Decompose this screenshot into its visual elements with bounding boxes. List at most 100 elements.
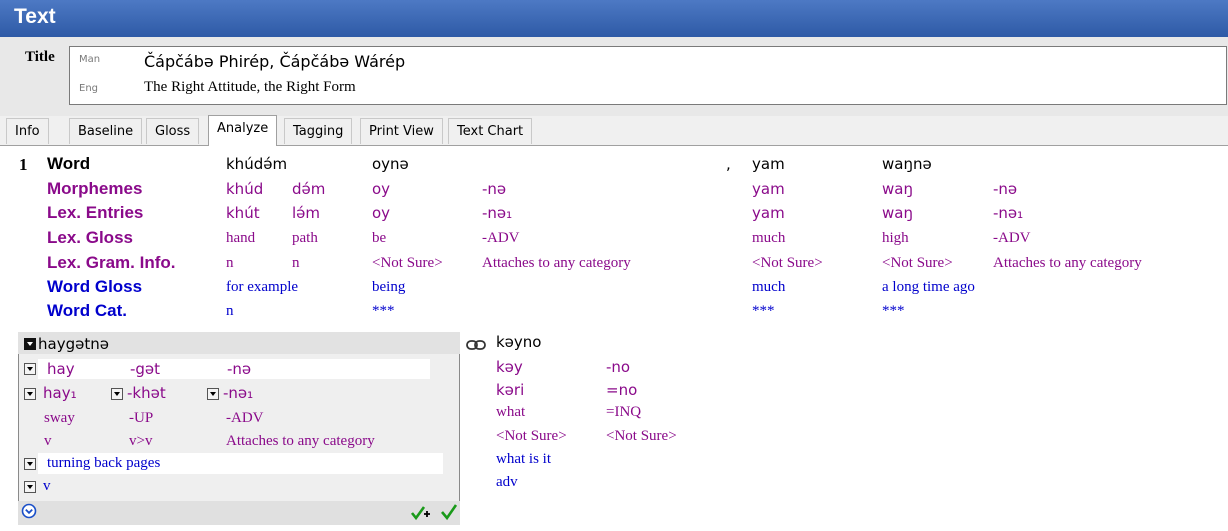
word-gloss: for example xyxy=(226,279,299,295)
morpheme: oy xyxy=(372,180,391,198)
bundle-word[interactable]: khúdə́m xyxy=(226,155,287,173)
dropdown-icon[interactable] xyxy=(207,388,219,400)
dropdown-icon[interactable] xyxy=(24,388,36,400)
lex-gram-info: v xyxy=(44,433,52,449)
bundle-word[interactable]: yam xyxy=(752,155,785,173)
dropdown-icon[interactable] xyxy=(111,388,123,400)
lex-gloss: =INQ xyxy=(606,404,642,420)
row-label-word-cat: Word Cat. xyxy=(47,301,127,320)
lex-entry: kəri xyxy=(496,381,525,399)
focus-word: haygətnə xyxy=(38,335,109,353)
ws-analysis-label: Eng xyxy=(79,83,99,94)
lex-entry[interactable]: -khət xyxy=(127,384,166,402)
bundle-word[interactable]: oynə xyxy=(372,155,409,173)
lex-gloss: -ADV xyxy=(482,230,520,246)
lex-gram-info: Attaches to any category xyxy=(226,433,375,449)
lex-entry[interactable]: hay₁ xyxy=(43,384,77,402)
word-gloss-input[interactable]: turning back pages xyxy=(47,455,160,472)
row-label-lex-gram-info: Lex. Gram. Info. xyxy=(47,253,176,272)
title-label: Title xyxy=(25,49,55,65)
lex-entry[interactable]: -nə₁ xyxy=(223,384,253,402)
word-gloss: what is it xyxy=(496,451,551,467)
morpheme: kəy xyxy=(496,358,523,376)
approve-icon[interactable] xyxy=(440,503,458,525)
lex-entry: yam xyxy=(752,204,785,222)
segment-number: 1 xyxy=(19,155,28,174)
word-cat: *** xyxy=(372,303,395,319)
focus-box-footer xyxy=(18,501,460,525)
morpheme: yam xyxy=(752,180,785,198)
lex-gram-info: Attaches to any category xyxy=(482,255,631,271)
tab-analyze[interactable]: Analyze xyxy=(208,115,278,146)
morpheme: -no xyxy=(606,358,631,376)
lex-gloss: what xyxy=(496,404,526,420)
title-vernacular-input[interactable]: Čápčábə Phirép, Čápčábə Wárép xyxy=(144,52,405,71)
lex-gram-info: <Not Sure> xyxy=(752,255,823,271)
row-label-morphemes: Morphemes xyxy=(47,179,143,198)
expand-icon[interactable] xyxy=(21,503,37,523)
lex-entry: lə́m xyxy=(292,204,321,222)
word-cat-select[interactable]: v xyxy=(43,478,51,495)
row-label-lex-entries: Lex. Entries xyxy=(47,203,144,222)
lex-gram-info: n xyxy=(292,255,300,271)
morpheme: waŋ xyxy=(882,180,913,198)
morpheme[interactable]: -gət xyxy=(130,360,160,378)
word-gloss: being xyxy=(372,279,406,295)
morpheme[interactable]: hay xyxy=(47,360,75,378)
lex-gloss: -UP xyxy=(129,410,154,426)
lex-gram-info: v>v xyxy=(129,433,153,449)
row-label-lex-gloss: Lex. Gloss xyxy=(47,228,133,247)
tab-baseline[interactable]: Baseline xyxy=(69,118,143,144)
link-icon[interactable] xyxy=(466,336,486,355)
lex-gloss: -ADV xyxy=(993,230,1031,246)
lex-entry: =no xyxy=(606,381,638,399)
word-cat: n xyxy=(226,303,234,319)
lex-gloss: much xyxy=(752,230,786,246)
word-cat: adv xyxy=(496,474,518,490)
window-header: Text xyxy=(0,0,1228,37)
word-gloss: a long time ago xyxy=(882,279,975,295)
word-cat: *** xyxy=(752,303,775,319)
morpheme[interactable]: -nə xyxy=(227,360,251,378)
lex-gram-info: n xyxy=(226,255,234,271)
row-label-word: Word xyxy=(47,154,91,173)
lex-entry: khút xyxy=(226,204,260,222)
lex-gloss: sway xyxy=(44,410,75,426)
approve-and-next-icon[interactable] xyxy=(410,504,432,526)
morpheme: khúd xyxy=(226,180,264,198)
tab-print-view[interactable]: Print View xyxy=(360,118,443,144)
lex-gloss: be xyxy=(372,230,387,246)
tab-tagging[interactable]: Tagging xyxy=(284,118,353,144)
word-cat: *** xyxy=(882,303,905,319)
lex-gloss: -ADV xyxy=(226,410,264,426)
tab-gloss[interactable]: Gloss xyxy=(146,118,200,144)
lex-gloss: high xyxy=(882,230,909,246)
lex-gloss: hand xyxy=(226,230,256,246)
lex-gloss: path xyxy=(292,230,318,246)
window-title: Text xyxy=(14,5,56,28)
dropdown-icon[interactable] xyxy=(24,363,36,375)
lex-entry: -nə₁ xyxy=(482,204,513,222)
bundle-word[interactable]: waŋnə xyxy=(882,155,932,173)
word-gloss: much xyxy=(752,279,786,295)
lex-gram-info: <Not Sure> xyxy=(496,428,567,444)
tab-info[interactable]: Info xyxy=(6,118,49,144)
dropdown-icon[interactable] xyxy=(24,338,36,350)
lex-gram-info: <Not Sure> xyxy=(606,428,677,444)
lex-gram-info: Attaches to any category xyxy=(993,255,1142,271)
dropdown-icon[interactable] xyxy=(24,481,36,493)
ws-vernacular-label: Man xyxy=(79,54,101,65)
morpheme: də́m xyxy=(292,180,326,198)
lex-entry: waŋ xyxy=(882,204,913,222)
bundle-word[interactable]: kəyno xyxy=(496,333,541,351)
dropdown-icon[interactable] xyxy=(24,458,36,470)
lex-entry: oy xyxy=(372,204,391,222)
punctuation[interactable]: , xyxy=(726,155,731,173)
morpheme: -nə xyxy=(993,180,1018,198)
morpheme: -nə xyxy=(482,180,507,198)
tab-text-chart[interactable]: Text Chart xyxy=(448,118,533,144)
title-analysis-input[interactable]: The Right Attitude, the Right Form xyxy=(144,79,356,96)
lex-entry: -nə₁ xyxy=(993,204,1024,222)
row-label-word-gloss: Word Gloss xyxy=(47,277,143,296)
lex-gram-info: <Not Sure> xyxy=(882,255,953,271)
